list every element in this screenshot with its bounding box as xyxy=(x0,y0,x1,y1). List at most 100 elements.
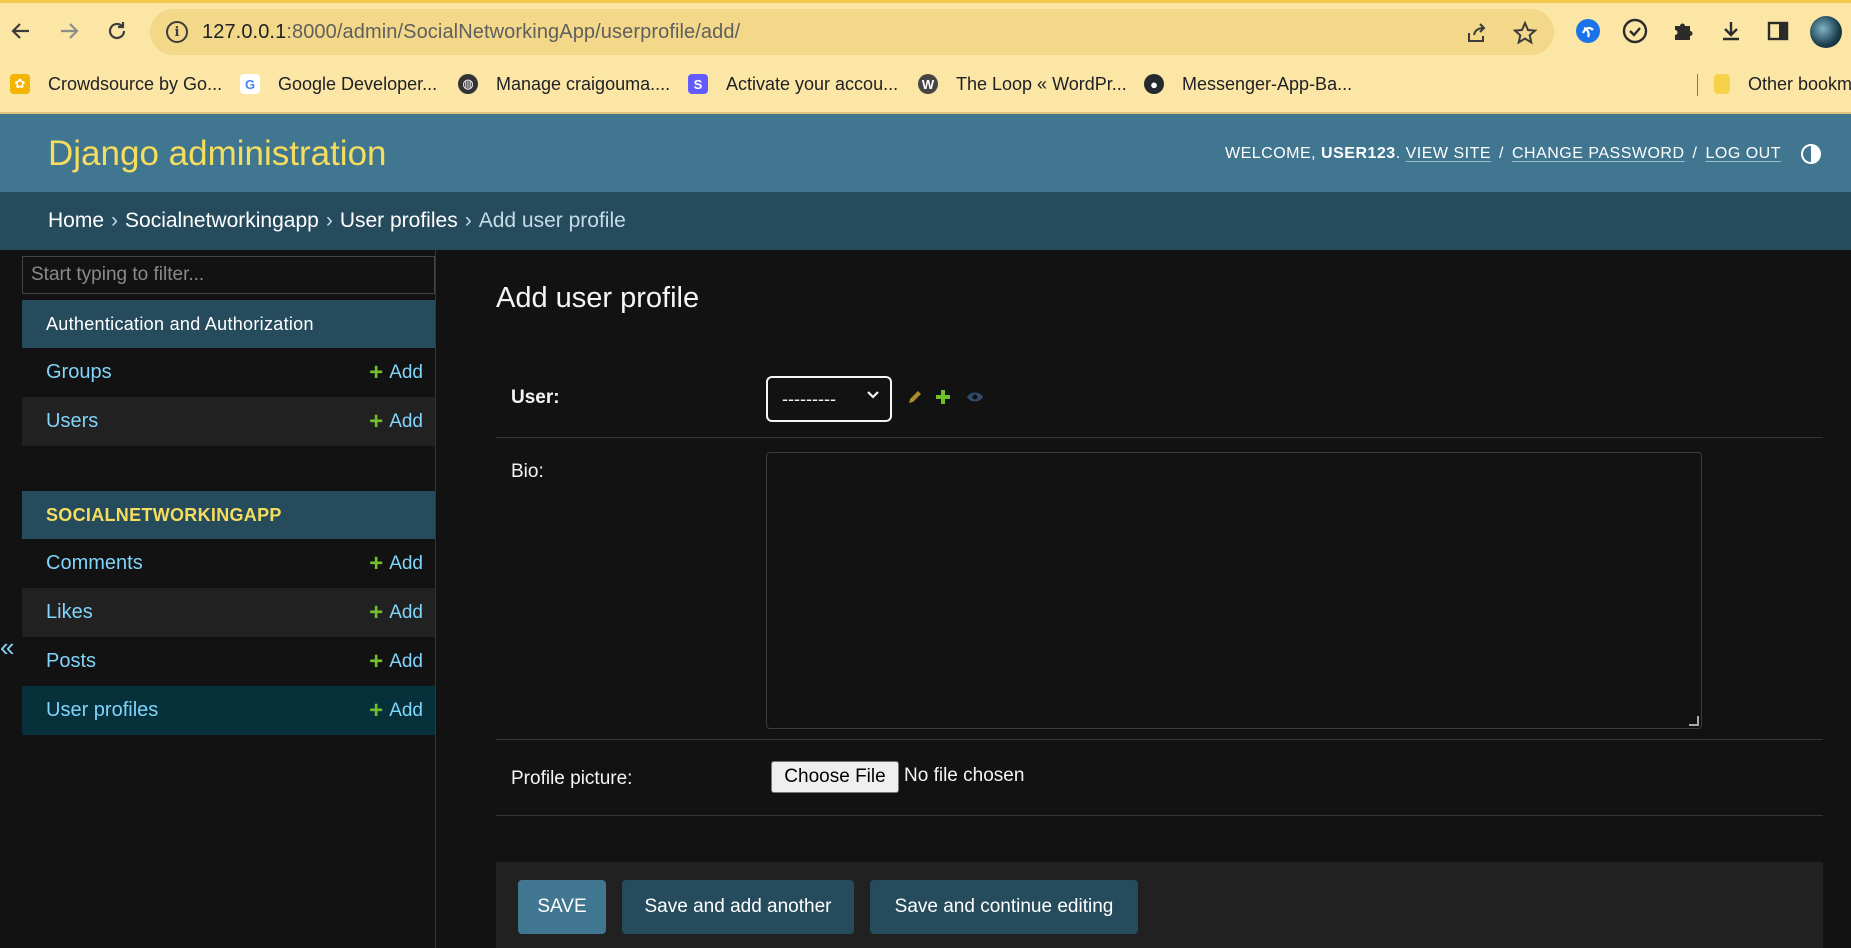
bio-textarea[interactable] xyxy=(766,452,1702,729)
site-branding[interactable]: Django administration xyxy=(48,134,387,174)
plus-icon: + xyxy=(369,407,384,435)
save-button[interactable]: SAVE xyxy=(518,880,606,934)
bookmark-messenger-app[interactable]: ● Messenger-App-Ba... xyxy=(1144,66,1352,102)
url-text[interactable]: 127.0.0.1:8000/admin/SocialNetworkingApp… xyxy=(202,21,740,44)
folder-icon xyxy=(1714,74,1730,94)
puzzle-icon[interactable] xyxy=(1668,16,1698,46)
user-select-value: --------- xyxy=(782,388,836,409)
extension-blue-icon[interactable] xyxy=(1573,16,1603,46)
arrow-left-icon xyxy=(11,23,29,39)
breadcrumb-model[interactable]: User profiles xyxy=(340,209,458,233)
add-comments-link[interactable]: + Add xyxy=(369,549,423,577)
add-label: Add xyxy=(389,601,423,623)
site-info-icon[interactable]: i xyxy=(166,21,188,43)
chevron-down-icon xyxy=(866,388,880,407)
reload-button[interactable] xyxy=(100,14,134,48)
nav-filter-input[interactable]: Start typing to filter... xyxy=(22,256,435,294)
stripe-icon: S xyxy=(688,74,708,94)
bookmark-crowdsource[interactable]: ✿ Crowdsource by Go... xyxy=(10,66,222,102)
crowdsource-icon: ✿ xyxy=(10,74,30,94)
share-icon[interactable] xyxy=(1464,20,1490,46)
sidebar-item-users: Users + Add xyxy=(22,397,435,446)
pocket-check-icon[interactable] xyxy=(1620,16,1650,46)
module-caption-socialnetworkingapp[interactable]: SOCIALNETWORKINGAPP xyxy=(22,491,435,539)
eye-icon[interactable] xyxy=(964,386,986,408)
form-row-user: User: --------- xyxy=(496,360,1823,438)
log-out-link[interactable]: Log out xyxy=(1705,145,1781,163)
bookmark-label: Google Developer... xyxy=(278,73,438,94)
address-bar[interactable]: i 127.0.0.1:8000/admin/SocialNetworkingA… xyxy=(150,9,1554,55)
sidebar-item-user-profiles: User profiles + Add xyxy=(22,686,435,735)
add-groups-link[interactable]: + Add xyxy=(369,358,423,386)
bio-label: Bio: xyxy=(511,461,544,482)
bookmark-manage-craigouma[interactable]: ◍ Manage craigouma.... xyxy=(458,66,670,102)
sidebar-item-label[interactable]: Groups xyxy=(46,361,112,384)
sidebar-item-likes: Likes + Add xyxy=(22,588,435,637)
bookmark-label: Activate your accou... xyxy=(726,73,899,94)
add-users-link[interactable]: + Add xyxy=(369,407,423,435)
plus-icon: + xyxy=(369,598,384,626)
user-label: User: xyxy=(511,387,560,408)
back-button[interactable] xyxy=(4,14,38,48)
forward-button[interactable] xyxy=(52,14,86,48)
breadcrumb-separator: › xyxy=(325,209,333,232)
add-related-plus-icon[interactable] xyxy=(932,386,954,408)
sidebar-item-label[interactable]: User profiles xyxy=(46,699,158,722)
bookmark-label: Manage craigouma.... xyxy=(496,73,671,94)
add-likes-link[interactable]: + Add xyxy=(369,598,423,626)
sidebar-item-label[interactable]: Users xyxy=(46,410,98,433)
bookmark-google-developer[interactable]: G Google Developer... xyxy=(240,66,437,102)
module-caption-auth[interactable]: Authentication and Authorization xyxy=(22,300,435,348)
plus-icon: + xyxy=(369,358,384,386)
bookmark-other[interactable]: Other bookm xyxy=(1714,66,1851,102)
submit-row: SAVE Save and add another Save and conti… xyxy=(496,862,1823,948)
resize-handle-icon[interactable] xyxy=(1689,716,1699,726)
file-status-text: No file chosen xyxy=(904,765,1025,786)
add-label: Add xyxy=(389,552,423,574)
add-label: Add xyxy=(389,361,423,383)
sidebar-item-label[interactable]: Likes xyxy=(46,601,93,624)
choose-file-button[interactable]: Choose File xyxy=(771,761,899,793)
add-user-profiles-link[interactable]: + Add xyxy=(369,698,423,723)
save-and-continue-button[interactable]: Save and continue editing xyxy=(870,880,1138,934)
wordpress-icon: W xyxy=(918,74,938,94)
breadcrumb-app[interactable]: Socialnetworkingapp xyxy=(125,209,319,233)
bookmark-the-loop[interactable]: W The Loop « WordPr... xyxy=(918,66,1127,102)
breadcrumb-separator: › xyxy=(111,209,119,232)
add-label: Add xyxy=(389,650,423,672)
breadcrumb-home[interactable]: Home xyxy=(48,209,104,233)
breadcrumb: Home › Socialnetworkingapp › User profil… xyxy=(0,192,1851,250)
plus-icon: + xyxy=(369,647,384,675)
tab-strip-edge xyxy=(0,0,1851,3)
username: user123 xyxy=(1321,145,1396,162)
bookmark-label: Other bookm xyxy=(1748,73,1851,94)
url-path: :8000/admin/SocialNetworkingApp/userprof… xyxy=(286,20,741,43)
bookmarks-bar: ✿ Crowdsource by Go... G Google Develope… xyxy=(0,66,1851,102)
bookmark-label: The Loop « WordPr... xyxy=(956,73,1127,94)
save-and-add-another-button[interactable]: Save and add another xyxy=(622,880,854,934)
breadcrumb-separator: › xyxy=(464,209,472,232)
main-content: Add user profile User: --------- Bio: Pr… xyxy=(496,250,1823,948)
user-tools: Welcome, user123. View site / Change pas… xyxy=(1225,142,1851,166)
download-icon[interactable] xyxy=(1716,16,1746,46)
bookmarks-divider xyxy=(1697,74,1698,96)
page-title: Add user profile xyxy=(496,282,700,314)
collapse-sidebar-toggle[interactable]: « xyxy=(0,632,14,663)
star-icon[interactable] xyxy=(1512,20,1538,46)
browser-chrome: i 127.0.0.1:8000/admin/SocialNetworkingA… xyxy=(0,0,1851,114)
bookmark-activate-account[interactable]: S Activate your accou... xyxy=(688,66,898,102)
globe-icon: ◍ xyxy=(458,74,478,94)
side-panel-icon[interactable] xyxy=(1763,16,1793,46)
profile-avatar[interactable] xyxy=(1810,16,1842,48)
sidebar-item-label[interactable]: Posts xyxy=(46,650,96,673)
add-posts-link[interactable]: + Add xyxy=(369,647,423,675)
theme-toggle-icon[interactable] xyxy=(1801,144,1821,164)
pencil-icon[interactable] xyxy=(904,386,926,408)
plus-icon: + xyxy=(369,549,384,577)
welcome-text: Welcome, xyxy=(1224,145,1317,162)
change-password-link[interactable]: Change password xyxy=(1512,145,1685,163)
sidebar-item-label[interactable]: Comments xyxy=(46,552,143,575)
user-select[interactable]: --------- xyxy=(766,376,892,422)
nav-sidebar: Start typing to filter... Authentication… xyxy=(22,250,436,948)
view-site-link[interactable]: View site xyxy=(1406,145,1491,163)
